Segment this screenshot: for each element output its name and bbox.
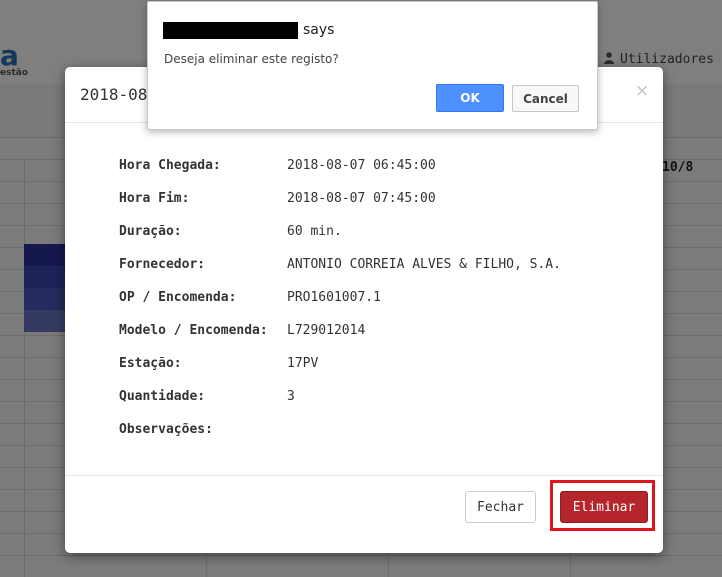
- detail-label: Observações:: [119, 422, 213, 437]
- detail-row: Hora Chegada: 2018-08-07 06:45:00: [119, 155, 639, 188]
- detail-value: ANTONIO CORREIA ALVES & FILHO, S.A.: [287, 257, 561, 272]
- detail-row: Modelo / Encomenda: L729012014: [119, 320, 639, 353]
- details-list: Hora Chegada: 2018-08-07 06:45:00 Hora F…: [119, 155, 639, 452]
- detail-label: Hora Chegada:: [119, 158, 221, 173]
- detail-value: 60 min.: [287, 224, 342, 239]
- detail-row: Quantidade: 3: [119, 386, 639, 419]
- modal-title: 2018-08: [80, 85, 148, 104]
- confirm-says-label: says: [303, 22, 335, 38]
- detail-value: 3: [287, 389, 295, 404]
- detail-row: Observações:: [119, 419, 639, 452]
- detail-label: Duração:: [119, 224, 182, 239]
- detail-label: Fornecedor:: [119, 257, 206, 272]
- confirm-dialog: says Deseja eliminar este registo? OK Ca…: [147, 1, 598, 130]
- cancel-button[interactable]: Cancel: [512, 85, 579, 112]
- detail-value: 2018-08-07 06:45:00: [287, 158, 436, 173]
- detail-value: 2018-08-07 07:45:00: [287, 191, 436, 206]
- confirm-message: Deseja eliminar este registo?: [164, 52, 339, 66]
- delete-button-highlight: [550, 480, 655, 531]
- detail-row: OP / Encomenda: PRO1601007.1: [119, 287, 639, 320]
- detail-row: Fornecedor: ANTONIO CORREIA ALVES & FILH…: [119, 254, 639, 287]
- ok-button[interactable]: OK: [436, 84, 504, 112]
- detail-value: L729012014: [287, 323, 366, 338]
- detail-value: 17PV: [287, 356, 319, 371]
- detail-label: OP / Encomenda:: [119, 290, 237, 305]
- detail-label: Estação:: [119, 356, 182, 371]
- detail-value: PRO1601007.1: [287, 290, 381, 305]
- detail-label: Hora Fim:: [119, 191, 190, 206]
- detail-row: Estação: 17PV: [119, 353, 639, 386]
- detail-row: Hora Fim: 2018-08-07 07:45:00: [119, 188, 639, 221]
- redacted-origin: [163, 22, 298, 39]
- close-button[interactable]: Fechar: [465, 491, 536, 523]
- detail-label: Modelo / Encomenda:: [119, 323, 268, 338]
- close-icon[interactable]: ×: [635, 81, 649, 101]
- detail-row: Duração: 60 min.: [119, 221, 639, 254]
- detail-label: Quantidade:: [119, 389, 206, 404]
